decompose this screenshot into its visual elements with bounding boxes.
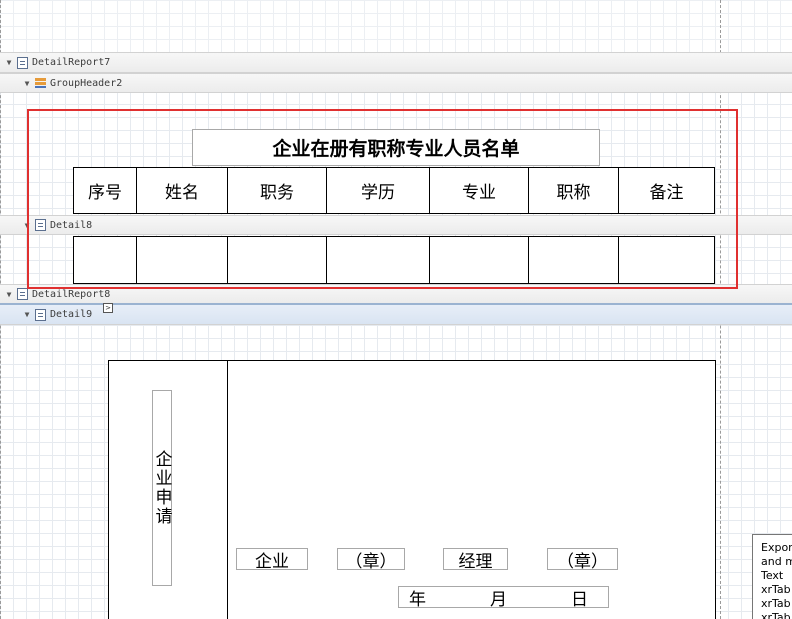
page-header-area: [0, 0, 792, 52]
band-label: GroupHeader2: [50, 77, 123, 89]
data-cell-major[interactable]: [429, 236, 529, 284]
data-cell-name[interactable]: [136, 236, 228, 284]
date-day-label: 日: [571, 589, 588, 610]
manager-label[interactable]: 经理: [443, 548, 508, 572]
header-cell-major[interactable]: 专业: [429, 167, 529, 214]
date-field[interactable]: 年 月 日: [398, 586, 609, 610]
collapse-triangle-icon[interactable]: ▼: [4, 58, 14, 67]
band-detail-report8[interactable]: ▼ DetailReport8: [0, 284, 792, 304]
company-seal-label[interactable]: （章）: [337, 548, 405, 572]
popup-line: xrTab: [761, 597, 791, 610]
smart-tag-arrow-icon[interactable]: >: [103, 303, 113, 313]
report-band-icon: [17, 288, 28, 300]
header-cell-index[interactable]: 序号: [73, 167, 137, 214]
group-header-icon: [35, 78, 46, 88]
band-label: DetailReport8: [32, 288, 111, 300]
data-cell-title[interactable]: [528, 236, 619, 284]
collapse-triangle-icon[interactable]: ▼: [4, 290, 14, 299]
field-list-popup[interactable]: Expor and m Text xrTab xrTab xrTab: [752, 534, 792, 619]
roster-title[interactable]: 企业在册有职称专业人员名单: [192, 129, 600, 166]
detail-band-icon: [35, 219, 46, 231]
application-right-cell[interactable]: [227, 360, 716, 619]
popup-line: Text: [761, 569, 784, 582]
collapse-triangle-icon[interactable]: ▼: [22, 221, 32, 230]
company-label[interactable]: 企业: [236, 548, 308, 572]
band-label: DetailReport7: [32, 57, 111, 68]
manager-seal-label[interactable]: （章）: [547, 548, 618, 572]
date-month-label: 月: [490, 589, 507, 610]
band-detail-report7[interactable]: ▼ DetailReport7: [0, 52, 792, 73]
header-cell-title[interactable]: 职称: [528, 167, 619, 214]
side-label-application[interactable]: 企业申请: [152, 390, 172, 586]
data-cell-education[interactable]: [326, 236, 430, 284]
collapse-triangle-icon[interactable]: ▼: [22, 79, 32, 88]
collapse-triangle-icon[interactable]: ▼: [22, 310, 32, 319]
report-band-icon: [17, 56, 28, 69]
band-detail9[interactable]: ▼ Detail9: [0, 303, 792, 325]
header-cell-remarks[interactable]: 备注: [618, 167, 715, 214]
header-cell-position[interactable]: 职务: [227, 167, 327, 214]
detail-band-icon: [35, 308, 46, 321]
header-cell-education[interactable]: 学历: [326, 167, 430, 214]
popup-line: xrTab: [761, 611, 791, 619]
popup-line: and m: [761, 555, 792, 568]
data-cell-remarks[interactable]: [618, 236, 715, 284]
popup-line: Expor: [761, 541, 792, 554]
report-designer-surface[interactable]: ▼ DetailReport7 ▼ GroupHeader2 企业在册有职称专业…: [0, 0, 792, 619]
band-detail8[interactable]: ▼ Detail8: [0, 215, 792, 235]
popup-line: xrTab: [761, 583, 791, 596]
data-cell-index[interactable]: [73, 236, 137, 284]
band-label: Detail9: [50, 309, 93, 320]
header-cell-name[interactable]: 姓名: [136, 167, 228, 214]
band-group-header2[interactable]: ▼ GroupHeader2: [0, 73, 792, 93]
band-label: Detail8: [50, 219, 93, 231]
data-cell-position[interactable]: [227, 236, 327, 284]
date-year-label: 年: [409, 589, 426, 610]
